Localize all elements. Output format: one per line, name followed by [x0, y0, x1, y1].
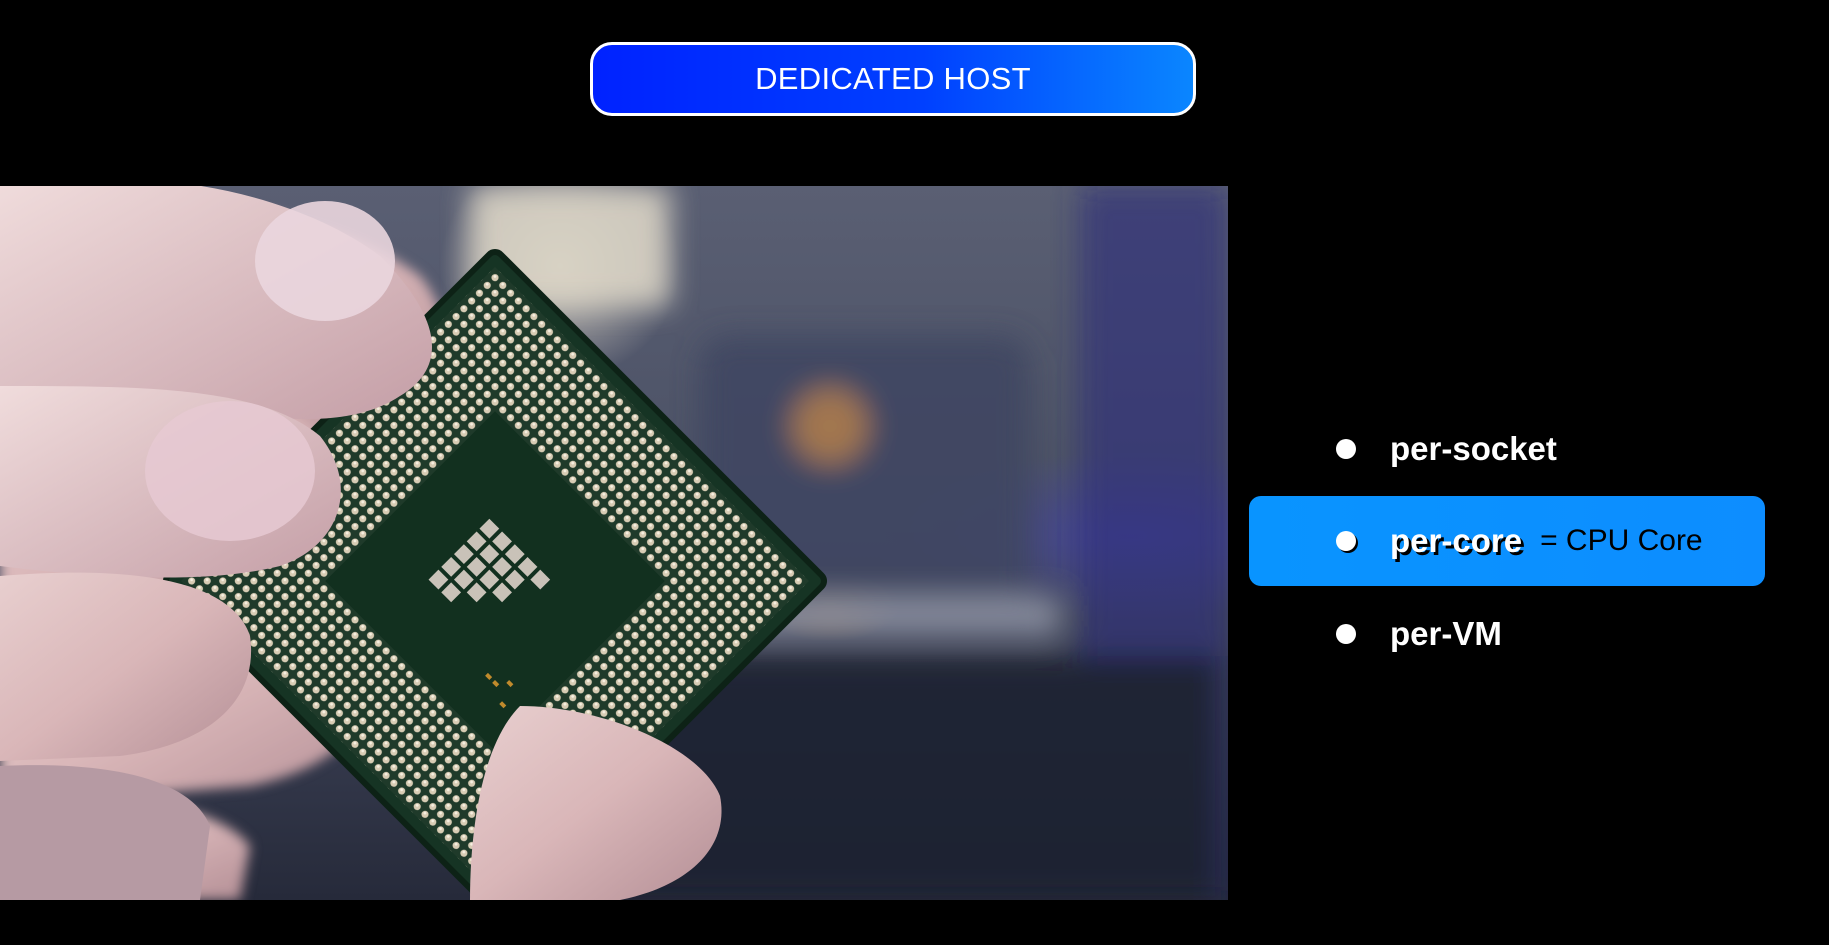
cpu-in-hand-illustration	[0, 186, 1228, 900]
bullet-icon	[1336, 531, 1356, 551]
item-note: = CPU Core	[1540, 524, 1703, 557]
item-label-per-vm: per-VM	[1390, 615, 1502, 652]
item-label-per-core: per-core	[1390, 522, 1523, 559]
slide: DEDICATED HOST per-socket per-core = CPU…	[0, 0, 1829, 945]
list-item: per-socket	[1336, 424, 1557, 474]
bullet-icon	[1336, 624, 1356, 644]
cpu-photo	[0, 186, 1228, 900]
item-label-per-socket: per-socket	[1390, 430, 1557, 467]
list-item-highlighted: per-core = CPU Core	[1336, 516, 1703, 566]
title-banner: DEDICATED HOST	[590, 42, 1196, 116]
slide-title: DEDICATED HOST	[755, 61, 1031, 96]
list-item: per-VM	[1336, 609, 1502, 659]
bullet-icon	[1336, 439, 1356, 459]
